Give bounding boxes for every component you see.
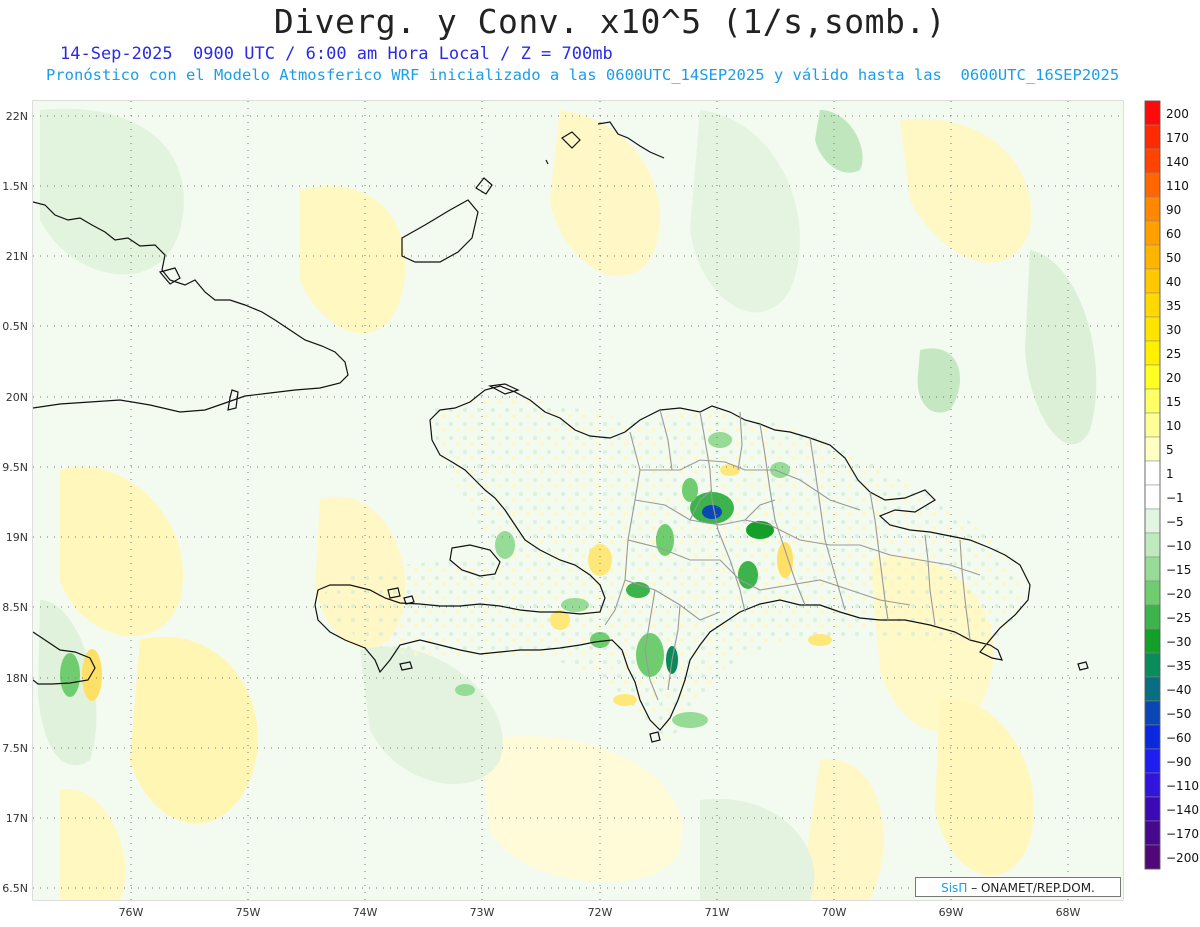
colorbar-label: −50 (1166, 707, 1191, 721)
colorbar-swatch (1144, 820, 1161, 846)
colorbar-label: −35 (1166, 659, 1191, 673)
colorbar-swatch (1144, 292, 1161, 318)
lat-label: 22N (6, 110, 28, 123)
lat-label: 18N (6, 672, 28, 685)
colorbar-label: −40 (1166, 683, 1191, 697)
colorbar-swatch (1144, 100, 1161, 126)
lat-label: 21N (6, 250, 28, 263)
colorbar-label: −30 (1166, 635, 1191, 649)
colorbar-swatch (1144, 508, 1161, 534)
colorbar-swatch (1144, 844, 1161, 870)
colorbar: 200 170 140 110 90 60 50 40 35 30 25 20 15 10 5 1 −1 −5 −1… (1144, 100, 1199, 870)
colorbar-swatch (1144, 532, 1161, 558)
colorbar-swatch (1144, 724, 1161, 750)
colorbar-swatch (1144, 652, 1161, 678)
lon-label: 69W (939, 906, 964, 919)
lat-label: 20N (6, 391, 28, 404)
colorbar-swatch (1144, 556, 1161, 582)
field-shading (33, 101, 1123, 900)
lat-label: 1.5N (2, 180, 28, 193)
colorbar-swatch (1144, 364, 1161, 390)
colorbar-label: −1 (1166, 491, 1184, 505)
lon-label: 76W (119, 906, 144, 919)
map-canvas: 22N 1.5N 21N 0.5N 20N 9.5N 19N 8.5N 18N … (2, 100, 1199, 919)
colorbar-swatch (1144, 628, 1161, 654)
credit-box: SisΠ – ONAMET/REP.DOM. (915, 877, 1121, 897)
colorbar-swatch (1144, 268, 1161, 294)
lon-label: 73W (470, 906, 495, 919)
colorbar-label: 170 (1166, 131, 1189, 145)
colorbar-label: −140 (1166, 803, 1199, 817)
colorbar-swatch (1144, 484, 1161, 510)
colorbar-label: 15 (1166, 395, 1181, 409)
colorbar-label: 25 (1166, 347, 1181, 361)
colorbar-label: −60 (1166, 731, 1191, 745)
colorbar-swatch (1144, 748, 1161, 774)
lon-label: 74W (353, 906, 378, 919)
colorbar-label: 5 (1166, 443, 1174, 457)
colorbar-label: −15 (1166, 563, 1191, 577)
lat-label: 9.5N (2, 461, 28, 474)
colorbar-swatch (1144, 460, 1161, 486)
latitude-labels: 22N 1.5N 21N 0.5N 20N 9.5N 19N 8.5N 18N … (2, 110, 28, 895)
colorbar-label: 30 (1166, 323, 1181, 337)
colorbar-label: 50 (1166, 251, 1181, 265)
credit-text: – ONAMET/REP.DOM. (967, 881, 1095, 895)
colorbar-label: 1 (1166, 467, 1174, 481)
colorbar-label: −90 (1166, 755, 1191, 769)
colorbar-label: 40 (1166, 275, 1181, 289)
colorbar-label: 10 (1166, 419, 1181, 433)
colorbar-swatch (1144, 676, 1161, 702)
colorbar-label: −5 (1166, 515, 1184, 529)
colorbar-swatch (1144, 700, 1161, 726)
lon-label: 75W (236, 906, 261, 919)
colorbar-swatch (1144, 436, 1161, 462)
longitude-labels: 76W 75W 74W 73W 72W 71W 70W 69W 68W (119, 906, 1081, 919)
colorbar-label: −110 (1166, 779, 1199, 793)
sispi-logo: SisΠ (941, 881, 968, 895)
colorbar-label: −200 (1166, 851, 1199, 865)
colorbar-label: 20 (1166, 371, 1181, 385)
colorbar-label: 200 (1166, 107, 1189, 121)
colorbar-swatch (1144, 580, 1161, 606)
colorbar-swatch (1144, 172, 1161, 198)
colorbar-label: 60 (1166, 227, 1181, 241)
colorbar-swatch (1144, 244, 1161, 270)
colorbar-label: 35 (1166, 299, 1181, 313)
colorbar-swatch (1144, 388, 1161, 414)
colorbar-swatch (1144, 220, 1161, 246)
weather-map-view: Diverg. y Conv. x10^5 (1/s,somb.) 14-Sep… (0, 0, 1200, 927)
lon-label: 70W (822, 906, 847, 919)
lon-label: 72W (588, 906, 613, 919)
colorbar-label: 140 (1166, 155, 1189, 169)
colorbar-swatch (1144, 796, 1161, 822)
lat-label: 7.5N (2, 742, 28, 755)
lat-label: 19N (6, 531, 28, 544)
colorbar-swatch (1144, 196, 1161, 222)
lat-label: 0.5N (2, 320, 28, 333)
lat-label: 8.5N (2, 601, 28, 614)
colorbar-swatch (1144, 148, 1161, 174)
lon-label: 71W (705, 906, 730, 919)
colorbar-label: 90 (1166, 203, 1181, 217)
colorbar-swatch (1144, 340, 1161, 366)
colorbar-swatch (1144, 316, 1161, 342)
colorbar-swatch (1144, 124, 1161, 150)
colorbar-label: −20 (1166, 587, 1191, 601)
colorbar-swatch (1144, 604, 1161, 630)
colorbar-label: −10 (1166, 539, 1191, 553)
colorbar-swatch (1144, 772, 1161, 798)
colorbar-label: −170 (1166, 827, 1199, 841)
colorbar-label: −25 (1166, 611, 1191, 625)
lon-label: 68W (1056, 906, 1081, 919)
lat-label: 6.5N (2, 882, 28, 895)
lat-label: 17N (6, 812, 28, 825)
colorbar-label: 110 (1166, 179, 1189, 193)
colorbar-swatch (1144, 412, 1161, 438)
